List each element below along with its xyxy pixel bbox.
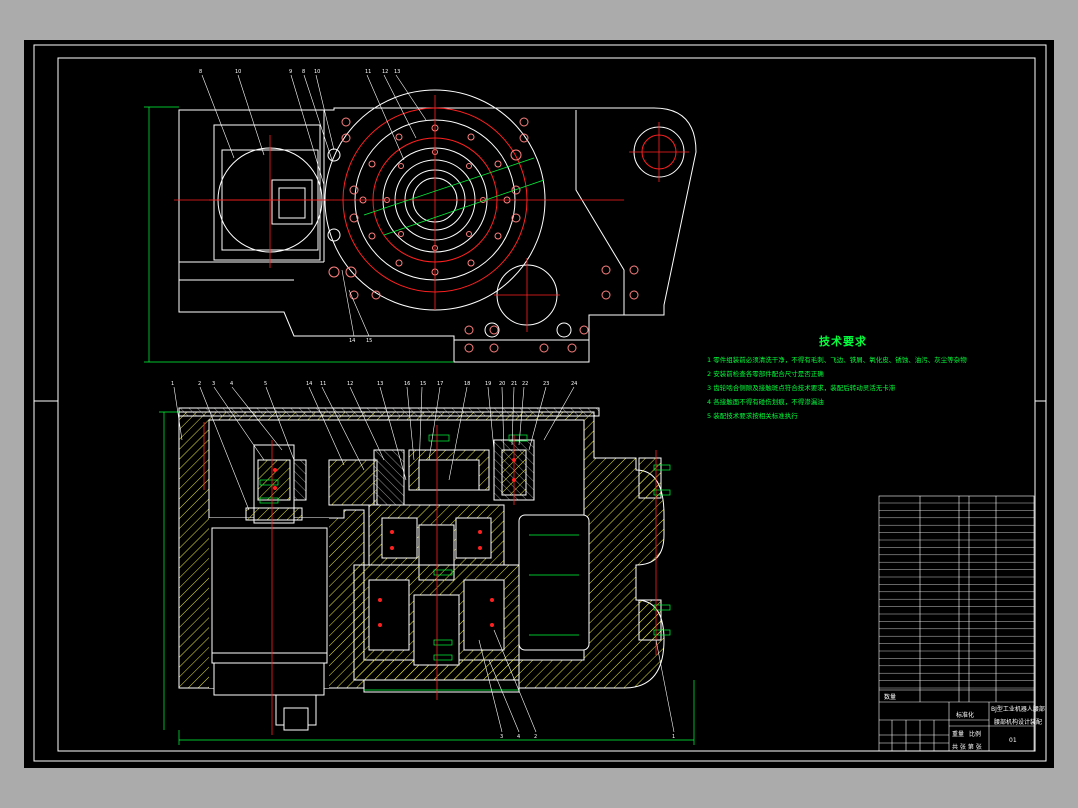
top-view — [178, 89, 697, 363]
bolt-holes — [327, 117, 639, 353]
svg-text:11: 11 — [320, 381, 326, 387]
standard-label: 标准化 — [956, 712, 975, 719]
section-leaders-green — [144, 106, 545, 363]
svg-text:17: 17 — [437, 381, 443, 387]
svg-text:9: 9 — [289, 69, 292, 75]
svg-text:19: 19 — [485, 381, 491, 387]
assembly-drawing: 8 10 9 8 10 11 12 13 14 15 1 2 3 4 5 14 … — [33, 44, 1047, 762]
servo-motor — [211, 527, 328, 654]
svg-text:15: 15 — [420, 381, 426, 387]
svg-text:13: 13 — [394, 69, 400, 75]
svg-text:2: 2 — [198, 381, 201, 387]
sheet-label: 共 张 第 张 — [952, 744, 982, 751]
front-section — [178, 407, 671, 731]
technical-requirement-note: 2 安装前检查各零部件配合尺寸是否正确 — [707, 370, 824, 378]
svg-text:8: 8 — [302, 69, 305, 75]
svg-text:2: 2 — [534, 734, 537, 740]
svg-text:20: 20 — [499, 381, 505, 387]
svg-text:4: 4 — [517, 734, 520, 740]
svg-text:14: 14 — [306, 381, 312, 387]
svg-text:8: 8 — [199, 69, 202, 75]
parts-list-rows — [879, 502, 1034, 689]
svg-text:23: 23 — [543, 381, 549, 387]
technical-requirement-note: 3 齿轮啮合侧隙及接触斑点符合技术要求，装配后转动灵活无卡滞 — [707, 384, 896, 392]
drawing-number: 01 — [1009, 737, 1017, 744]
technical-requirement-note: 4 各接触面不得有碰伤划痕，不得渗漏油 — [707, 398, 824, 406]
drawing-title-line2: 腰部机构设计装配 — [994, 719, 1043, 726]
drawing-sheet: 8 10 9 8 10 11 12 13 14 15 1 2 3 4 5 14 … — [24, 40, 1054, 768]
svg-text:24: 24 — [571, 381, 577, 387]
technical-requirement-note: 1 零件组装前必须清洗干净，不得有毛刺、飞边、铁屑、氧化皮、锈蚀、油污、灰尘等杂… — [707, 356, 967, 364]
svg-text:13: 13 — [377, 381, 383, 387]
weight-label: 重量 — [952, 731, 965, 738]
svg-text:12: 12 — [347, 381, 353, 387]
svg-text:5: 5 — [264, 381, 267, 387]
svg-text:15: 15 — [366, 338, 372, 344]
technical-requirements-title: 技术要求 — [819, 335, 867, 348]
svg-text:3: 3 — [212, 381, 215, 387]
svg-text:16: 16 — [404, 381, 410, 387]
drawing-title-line1: BJ型工业机器人腰部 — [991, 706, 1045, 713]
svg-text:14: 14 — [349, 338, 355, 344]
svg-text:22: 22 — [522, 381, 528, 387]
svg-text:12: 12 — [382, 69, 388, 75]
svg-text:10: 10 — [235, 69, 241, 75]
svg-text:18: 18 — [464, 381, 470, 387]
qty-label: 数量 — [884, 694, 897, 701]
svg-text:4: 4 — [230, 381, 233, 387]
centerlines-top — [174, 95, 689, 332]
svg-text:21: 21 — [511, 381, 517, 387]
svg-text:10: 10 — [314, 69, 320, 75]
svg-text:1: 1 — [672, 734, 675, 740]
svg-text:11: 11 — [365, 69, 371, 75]
technical-requirement-note: 5 装配技术要求按相关标准执行 — [707, 412, 798, 420]
scale-label: 比例 — [969, 731, 982, 738]
svg-text:3: 3 — [500, 734, 503, 740]
svg-text:1: 1 — [171, 381, 174, 387]
